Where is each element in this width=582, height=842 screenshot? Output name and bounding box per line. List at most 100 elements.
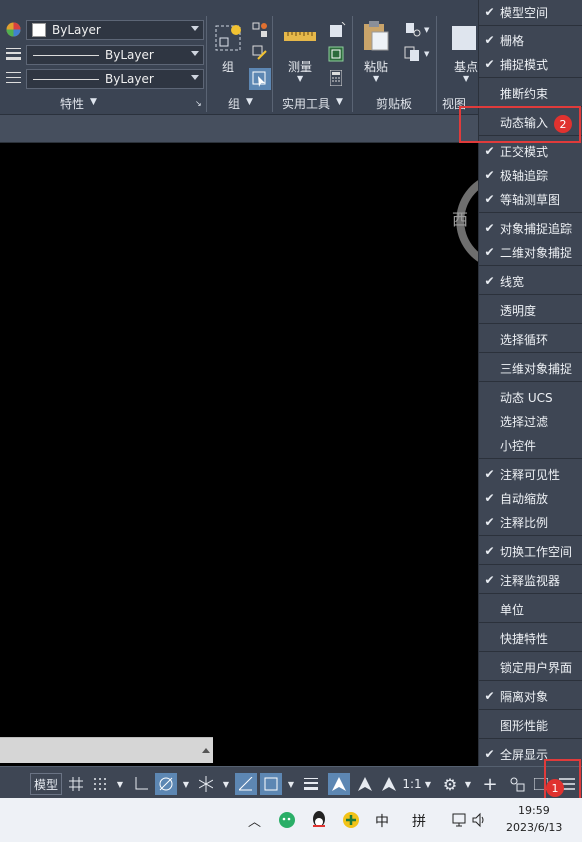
menu-item[interactable]: ✔ 极轴追踪: [479, 163, 582, 187]
measure-ruler-icon[interactable]: [284, 30, 316, 47]
update-icon[interactable]: [342, 811, 360, 833]
menu-item[interactable]: 单位: [479, 597, 582, 621]
menu-item[interactable]: 选择过滤: [479, 409, 582, 433]
speaker-icon[interactable]: [472, 812, 486, 832]
polar-tracking-icon[interactable]: [155, 773, 177, 795]
qq-icon[interactable]: [310, 810, 328, 834]
object-snap-icon[interactable]: [260, 773, 282, 795]
group-icon[interactable]: [214, 22, 244, 57]
measure-button-label[interactable]: 测量: [288, 58, 312, 75]
menu-item[interactable]: ✔ 注释监视器: [479, 568, 582, 592]
chevron-down-icon[interactable]: ▼: [424, 51, 429, 58]
clock-date[interactable]: 2023/6/13: [506, 821, 562, 834]
menu-item[interactable]: 小控件: [479, 433, 582, 457]
menu-item[interactable]: ✔ 注释比例: [479, 510, 582, 534]
ortho-mode-icon[interactable]: [130, 773, 152, 795]
menu-item[interactable]: 锁定用户界面: [479, 655, 582, 679]
menu-item[interactable]: ✔ 对象捕捉追踪: [479, 216, 582, 240]
snap-mode-icon[interactable]: [90, 773, 110, 795]
id-point-icon[interactable]: [328, 21, 346, 41]
chevron-down-icon[interactable]: ▼: [424, 27, 429, 34]
menu-item-label: 注释监视器: [500, 573, 561, 588]
chevron-down-icon[interactable]: ▼: [114, 773, 126, 795]
lineweight-icon[interactable]: [6, 47, 21, 64]
chevron-down-icon[interactable]: ▼: [336, 98, 343, 107]
quick-select-icon[interactable]: [328, 46, 344, 65]
linetype-icon[interactable]: [6, 71, 21, 88]
menu-item[interactable]: ✔ 隔离对象: [479, 684, 582, 708]
grid-icon[interactable]: [66, 773, 86, 795]
clipboard-panel-title[interactable]: 剪贴板: [376, 95, 412, 112]
menu-item[interactable]: ✔ 等轴测草图: [479, 187, 582, 211]
menu-item[interactable]: 图形性能: [479, 713, 582, 737]
object-snap-tracking-icon[interactable]: [235, 773, 257, 795]
menu-item-label: 等轴测草图: [500, 192, 561, 207]
checkmark-icon: ✔: [484, 467, 495, 481]
menu-item[interactable]: ✔ 注释可见性: [479, 462, 582, 486]
plus-icon[interactable]: +: [480, 773, 500, 795]
linetype-combo[interactable]: ByLayer: [26, 69, 204, 89]
calculator-icon[interactable]: [329, 69, 343, 89]
chevron-down-icon[interactable]: ▼: [463, 75, 469, 83]
copy-icon[interactable]: [404, 46, 422, 65]
ungroup-icon[interactable]: [252, 22, 268, 41]
menu-item[interactable]: ✔ 自动缩放: [479, 486, 582, 510]
isolate-objects-icon[interactable]: [506, 773, 528, 795]
chevron-down-icon[interactable]: ▼: [90, 98, 97, 107]
clock-time[interactable]: 19:59: [518, 804, 550, 817]
paste-clipboard-icon[interactable]: [362, 20, 390, 55]
wechat-icon[interactable]: [278, 811, 296, 833]
base-view-icon[interactable]: [450, 24, 478, 55]
color-combo[interactable]: ByLayer: [26, 20, 204, 40]
group-edit-icon[interactable]: [252, 45, 268, 64]
menu-item[interactable]: 三维对象捕捉: [479, 356, 582, 380]
lineweight-combo[interactable]: ByLayer: [26, 45, 204, 65]
auto-scale-icon[interactable]: [354, 773, 376, 795]
menu-item[interactable]: ✔ 模型空间: [479, 0, 582, 24]
menu-item[interactable]: 选择循环: [479, 327, 582, 351]
triangle-up-icon[interactable]: [202, 748, 210, 753]
chevron-up-icon[interactable]: ︿: [248, 811, 261, 830]
menu-item[interactable]: ✔ 捕捉模式: [479, 52, 582, 76]
chevron-down-icon[interactable]: ▼: [297, 75, 303, 83]
chevron-down-icon[interactable]: ▼: [220, 773, 232, 795]
menu-item[interactable]: ✔ 线宽: [479, 269, 582, 293]
viewcube-west-label[interactable]: 西: [452, 206, 468, 230]
ime-pinyin-indicator[interactable]: 拼: [412, 811, 426, 831]
chevron-down-icon[interactable]: ▼: [462, 773, 474, 795]
gear-icon[interactable]: ⚙: [440, 773, 460, 795]
network-icon[interactable]: [452, 812, 468, 832]
utilities-panel-title[interactable]: 实用工具: [282, 95, 330, 112]
chevron-down-icon[interactable]: ▼: [285, 773, 297, 795]
annotation-visibility-icon[interactable]: [328, 773, 350, 795]
menu-item[interactable]: 快捷特性: [479, 626, 582, 650]
menu-item[interactable]: 推断约束: [479, 81, 582, 105]
base-button-label[interactable]: 基点: [454, 58, 478, 75]
menu-item[interactable]: 动态 UCS: [479, 385, 582, 409]
group-select-icon[interactable]: [249, 68, 271, 93]
chevron-down-icon[interactable]: ▼: [373, 75, 379, 83]
menu-item[interactable]: ✔ 栅格: [479, 28, 582, 52]
ime-chinese-indicator[interactable]: 中: [375, 811, 389, 831]
model-tab[interactable]: 模型: [30, 773, 62, 795]
menu-item[interactable]: ✔ 切换工作空间: [479, 539, 582, 563]
command-line[interactable]: [0, 737, 213, 763]
properties-panel-title[interactable]: 特性: [60, 95, 84, 112]
annotation-scale-icon[interactable]: [378, 773, 400, 795]
chevron-down-icon[interactable]: ▼: [422, 773, 434, 795]
group-panel-title[interactable]: 组: [228, 95, 240, 112]
menu-separator: [479, 294, 582, 295]
menu-item[interactable]: ✔ 二维对象捕捉: [479, 240, 582, 264]
chevron-down-icon[interactable]: ▼: [180, 773, 192, 795]
group-button-label[interactable]: 组: [222, 58, 234, 75]
color-wheel-icon[interactable]: [6, 22, 21, 40]
menu-separator: [479, 212, 582, 213]
isometric-drafting-icon[interactable]: [195, 773, 217, 795]
menu-item[interactable]: 透明度: [479, 298, 582, 322]
annotation-scale-value[interactable]: 1:1: [402, 773, 422, 795]
chevron-down-icon[interactable]: ▼: [246, 98, 253, 107]
dialog-launcher-icon[interactable]: ↘: [195, 100, 202, 108]
lineweight-toggle-icon[interactable]: [300, 773, 322, 795]
cut-icon[interactable]: [404, 22, 422, 41]
paste-button-label[interactable]: 粘贴: [364, 58, 388, 75]
